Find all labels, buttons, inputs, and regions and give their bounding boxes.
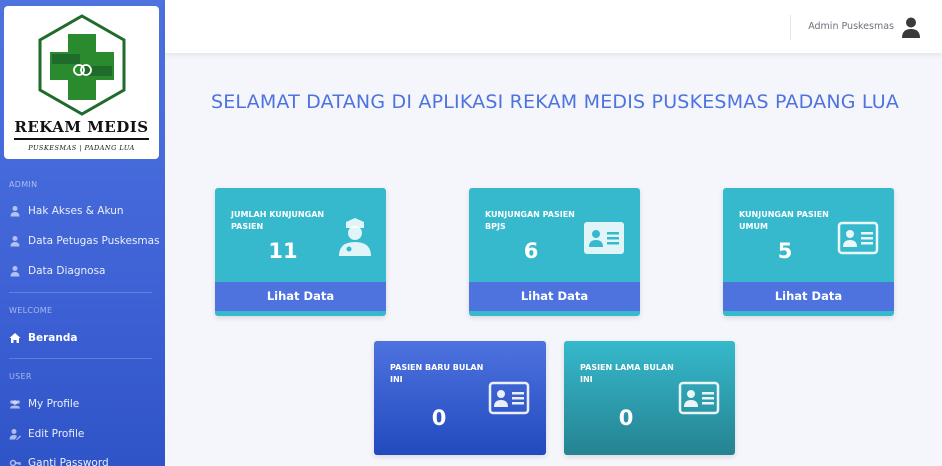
user-icon	[10, 236, 20, 247]
sidebar-item-label: Ganti Password	[28, 457, 109, 466]
stat-card-pasien-baru: PASIEN BARU BULAN INI 0	[374, 341, 546, 455]
sidebar-item-label: Data Diagnosa	[28, 265, 106, 277]
topbar-divider	[790, 15, 791, 40]
logo-title: REKAM MEDIS	[14, 118, 149, 136]
user-edit-icon	[9, 429, 21, 440]
section-heading-welcome: WELCOME	[9, 306, 53, 315]
card-value: 5	[777, 239, 793, 263]
id-card-icon	[584, 222, 624, 254]
home-icon	[9, 333, 21, 343]
card-value: 6	[523, 239, 539, 263]
sidebar-item-data-petugas[interactable]: Data Petugas Puskesmas	[9, 235, 160, 247]
users-icon	[10, 400, 20, 409]
sidebar-item-label: My Profile	[28, 398, 80, 410]
logo-subtitle: PUSKESMAS | PADANG LUA	[28, 144, 135, 152]
user-nurse-icon	[339, 218, 371, 256]
user-icon	[10, 206, 20, 217]
id-card-icon	[837, 221, 879, 255]
sidebar-item-data-diagnosa[interactable]: Data Diagnosa	[9, 265, 106, 277]
logo-divider	[14, 138, 149, 140]
card-title: JUMLAH KUNJUNGAN PASIEN	[231, 210, 325, 231]
topbar-user-name[interactable]: Admin Puskesmas	[808, 21, 894, 32]
sidebar-item-label: Data Petugas Puskesmas	[28, 235, 160, 247]
card-title: KUNJUNGAN PASIEN BPJS	[485, 210, 575, 231]
card-value: 0	[618, 406, 634, 430]
logo-emblem	[38, 14, 126, 116]
card-value: 0	[431, 406, 447, 430]
id-card-icon	[678, 381, 720, 415]
card-title: PASIEN BARU BULAN INI	[390, 363, 484, 384]
topbar: Admin Puskesmas	[165, 0, 942, 53]
sidebar-item-edit-profile[interactable]: Edit Profile	[9, 428, 84, 440]
avatar[interactable]	[900, 16, 922, 38]
stat-card-kunjungan-umum: KUNJUNGAN PASIEN UMUM 5 Lihat Data	[723, 188, 894, 316]
stat-card-pasien-lama: PASIEN LAMA BULAN INI 0	[564, 341, 735, 455]
sidebar-item-hak-akses[interactable]: Hak Akses & Akun	[9, 205, 124, 217]
lihat-data-button[interactable]: Lihat Data	[469, 282, 640, 311]
key-icon	[9, 459, 21, 466]
user-icon	[10, 266, 20, 277]
sidebar-item-label: Edit Profile	[28, 428, 85, 440]
card-value: 11	[268, 239, 298, 263]
id-card-icon	[488, 381, 530, 415]
stat-card-jumlah-kunjungan: JUMLAH KUNJUNGAN PASIEN 11 Lihat Data	[215, 188, 386, 316]
stat-card-kunjungan-bpjs: KUNJUNGAN PASIEN BPJS 6 Lihat Data	[469, 188, 640, 316]
sidebar-item-ganti-password[interactable]: Ganti Password	[9, 457, 109, 466]
sidebar-item-label: Beranda	[28, 332, 78, 344]
page-title: SELAMAT DATANG DI APLIKASI REKAM MEDIS P…	[210, 91, 900, 113]
sidebar-item-label: Hak Akses & Akun	[28, 205, 124, 217]
card-title: PASIEN LAMA BULAN INI	[580, 363, 674, 384]
sidebar: REKAM MEDIS PUSKESMAS | PADANG LUA ADMIN…	[0, 0, 165, 466]
section-heading-user: USER	[9, 372, 32, 381]
logo[interactable]: REKAM MEDIS PUSKESMAS | PADANG LUA	[4, 6, 159, 159]
sidebar-item-beranda[interactable]: Beranda	[9, 332, 77, 344]
lihat-data-button[interactable]: Lihat Data	[215, 282, 386, 311]
sidebar-item-my-profile[interactable]: My Profile	[9, 398, 79, 410]
section-heading-admin: ADMIN	[9, 180, 38, 189]
sidebar-divider	[9, 292, 152, 293]
card-title: KUNJUNGAN PASIEN UMUM	[739, 210, 829, 231]
sidebar-divider	[9, 358, 152, 359]
lihat-data-button[interactable]: Lihat Data	[723, 282, 894, 311]
